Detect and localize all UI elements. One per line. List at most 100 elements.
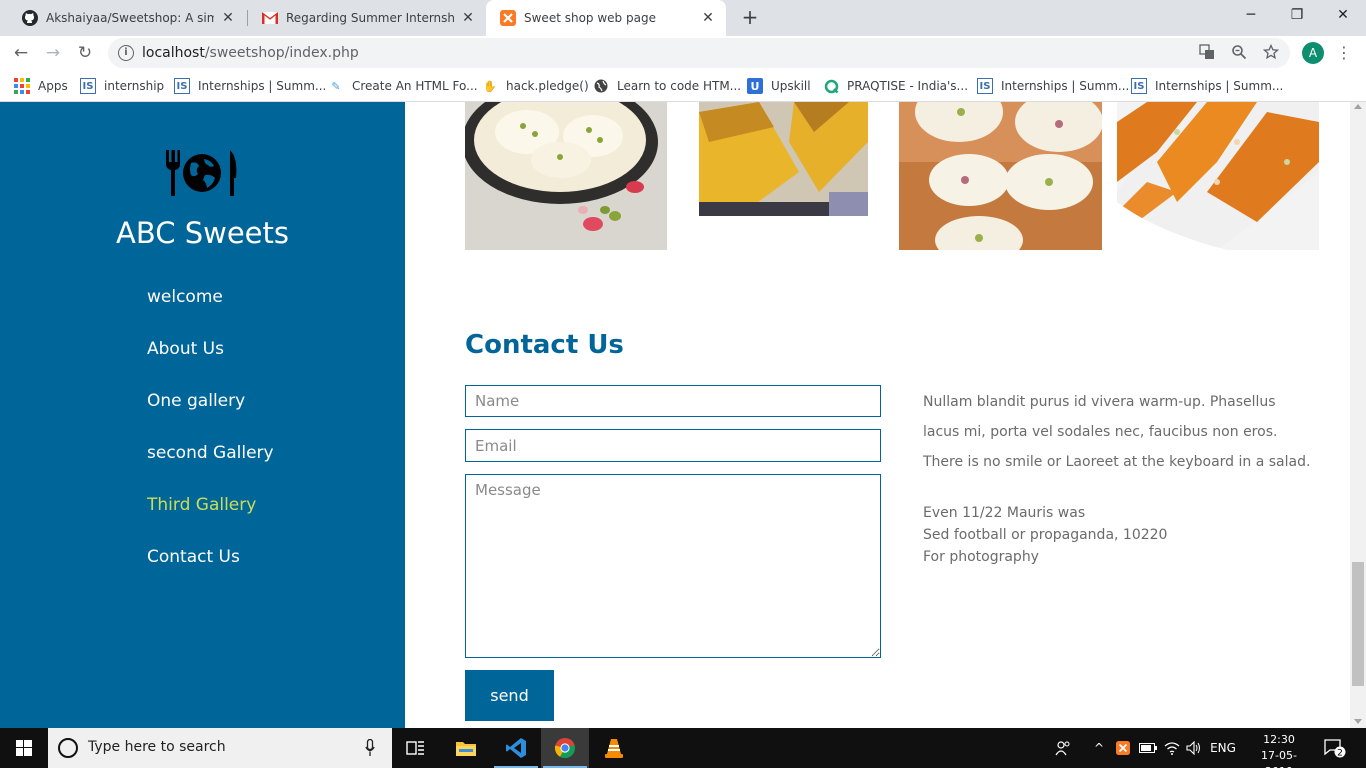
contact-address: Even 11/22 Mauris was Sed football or pr… <box>923 502 1315 568</box>
nav-third-gallery[interactable]: Third Gallery <box>147 494 274 546</box>
name-field[interactable] <box>465 385 881 417</box>
bookmark-internships-1[interactable]: IS Internships | Summ... <box>174 75 326 97</box>
windows-taskbar: Type here to search ^ ENG 12:30 17-05-20… <box>0 728 1366 778</box>
bookmark-learn-to-code[interactable]: Learn to code HTM... <box>593 75 741 97</box>
bookmark-label: Internships | Summ... <box>1001 79 1130 93</box>
windows-logo-icon <box>16 740 32 756</box>
internshala-icon: IS <box>80 78 96 94</box>
tab-close-icon[interactable]: ✕ <box>700 10 716 26</box>
bookmark-hack-pledge[interactable]: ✋ hack.pledge() <box>482 75 589 97</box>
w3-icon: ✎ <box>331 79 341 93</box>
bookmark-create-html[interactable]: ✎ Create An HTML Fo... <box>328 75 478 97</box>
tab-title: Sweet shop web page <box>524 11 656 25</box>
tab-title: Akshaiyaa/Sweetshop: A simple w <box>46 11 214 25</box>
bookmark-star-icon[interactable] <box>1262 43 1280 62</box>
hand-icon: ✋ <box>483 79 497 93</box>
notification-count: 2 <box>1337 749 1343 759</box>
bookmark-upskill[interactable]: U Upskill <box>747 75 811 97</box>
system-clock[interactable]: 12:30 17-05-2019 <box>1250 732 1308 780</box>
bookmark-label: internship <box>104 79 165 93</box>
tab-gmail[interactable]: Regarding Summer Internship - a ✕ <box>248 0 486 36</box>
send-button[interactable]: send <box>465 670 554 721</box>
tray-overflow-chevron-icon[interactable]: ^ <box>1090 728 1108 768</box>
language-indicator[interactable]: ENG <box>1208 728 1238 768</box>
bookmark-internships-2[interactable]: IS Internships | Summ... <box>977 75 1129 97</box>
bookmark-label: Internships | Summ... <box>1155 79 1284 93</box>
upskill-icon: U <box>747 78 763 94</box>
battery-icon[interactable] <box>1138 728 1158 768</box>
start-button[interactable] <box>0 728 48 768</box>
gmail-icon <box>262 10 278 26</box>
vscode-icon[interactable] <box>492 728 540 768</box>
reload-button[interactable]: ↻ <box>72 40 98 66</box>
browser-menu-icon[interactable]: ⋮ <box>1336 40 1352 66</box>
bookmarks-bar: Apps IS internship IS Internships | Summ… <box>0 70 1366 102</box>
apps-grid-icon <box>14 78 30 94</box>
scroll-up-arrow-icon[interactable] <box>1354 104 1362 109</box>
bookmark-label: PRAQTISE - India's... <box>847 79 969 93</box>
people-icon[interactable] <box>1052 728 1074 768</box>
main-content: Contact Us send Nullam blandit purus id … <box>405 102 1350 728</box>
tab-sweet-shop[interactable]: Sweet shop web page ✕ <box>486 0 726 36</box>
github-icon <box>22 10 38 26</box>
forward-button[interactable]: → <box>40 40 66 66</box>
zoom-icon[interactable] <box>1230 44 1248 62</box>
tab-github[interactable]: Akshaiyaa/Sweetshop: A simple w ✕ <box>8 0 246 36</box>
bookmark-label: Create An HTML Fo... <box>352 79 478 93</box>
bookmark-apps[interactable]: Apps <box>14 75 68 97</box>
scroll-down-arrow-icon[interactable] <box>1354 719 1362 724</box>
site-nav: welcome About Us One gallery second Gall… <box>147 286 274 598</box>
site-info-icon[interactable]: i <box>118 45 134 61</box>
translate-icon[interactable] <box>1198 44 1216 62</box>
tab-strip: Akshaiyaa/Sweetshop: A simple w ✕ Regard… <box>0 0 1366 36</box>
bookmark-label: Learn to code HTM... <box>617 79 742 93</box>
browser-toolbar: ← → ↻ i localhost/sweetshop/index.php A … <box>0 36 1366 70</box>
vlc-icon[interactable] <box>590 728 638 768</box>
tab-title: Regarding Summer Internship - a <box>286 11 454 25</box>
nav-contact-us[interactable]: Contact Us <box>147 546 274 598</box>
gallery-image-peda[interactable] <box>899 102 1102 250</box>
taskbar-search[interactable]: Type here to search <box>48 728 392 768</box>
close-window-button[interactable]: ✕ <box>1320 0 1366 30</box>
wifi-icon[interactable] <box>1162 728 1182 768</box>
profile-avatar[interactable]: A <box>1302 42 1324 64</box>
nav-welcome[interactable]: welcome <box>147 286 274 338</box>
new-tab-button[interactable]: + <box>736 4 764 32</box>
scrollbar-thumb[interactable] <box>1352 562 1364 686</box>
web-page: ABC Sweets welcome About Us One gallery … <box>0 102 1366 728</box>
praqtise-icon <box>823 78 839 94</box>
gallery-image-mysore-pak[interactable] <box>699 102 868 216</box>
nav-second-gallery[interactable]: second Gallery <box>147 442 274 494</box>
gallery-image-rasmalai[interactable] <box>465 102 667 250</box>
url-text[interactable]: localhost/sweetshop/index.php <box>142 45 359 61</box>
file-explorer-icon[interactable] <box>442 728 490 768</box>
tab-close-icon[interactable]: ✕ <box>220 10 236 26</box>
url-host: localhost <box>142 45 205 61</box>
clock-date: 17-05-2019 <box>1261 749 1297 778</box>
bookmark-praqtise[interactable]: PRAQTISE - India's... <box>823 75 968 97</box>
contact-title: Contact Us <box>465 330 624 360</box>
back-button[interactable]: ← <box>8 40 34 66</box>
brand-title: ABC Sweets <box>116 216 289 250</box>
xampp-tray-icon[interactable] <box>1114 728 1132 768</box>
bookmark-internships-3[interactable]: IS Internships | Summ... <box>1131 75 1283 97</box>
email-field[interactable] <box>465 429 881 462</box>
minimize-button[interactable]: ─ <box>1228 0 1274 30</box>
restore-button[interactable]: ❐ <box>1274 0 1320 30</box>
gallery-image-halwa[interactable] <box>1117 102 1319 250</box>
tab-close-icon[interactable]: ✕ <box>460 10 476 26</box>
chrome-icon[interactable] <box>541 728 589 768</box>
nav-one-gallery[interactable]: One gallery <box>147 390 274 442</box>
message-field[interactable] <box>465 474 881 658</box>
contact-info-text: Nullam blandit purus id vivera warm-up. … <box>923 394 1311 470</box>
page-scrollbar[interactable] <box>1350 102 1366 728</box>
action-center-icon[interactable]: 2 <box>1320 728 1350 768</box>
address-bar[interactable]: i localhost/sweetshop/index.php <box>108 38 1290 68</box>
nav-about-us[interactable]: About Us <box>147 338 274 390</box>
microphone-icon[interactable] <box>365 739 375 757</box>
address-line: Sed football or propaganda, 10220 <box>923 527 1168 543</box>
sidebar: ABC Sweets welcome About Us One gallery … <box>0 102 405 728</box>
task-view-icon[interactable] <box>392 728 440 768</box>
volume-icon[interactable] <box>1184 728 1204 768</box>
bookmark-internship[interactable]: IS internship <box>80 75 164 97</box>
